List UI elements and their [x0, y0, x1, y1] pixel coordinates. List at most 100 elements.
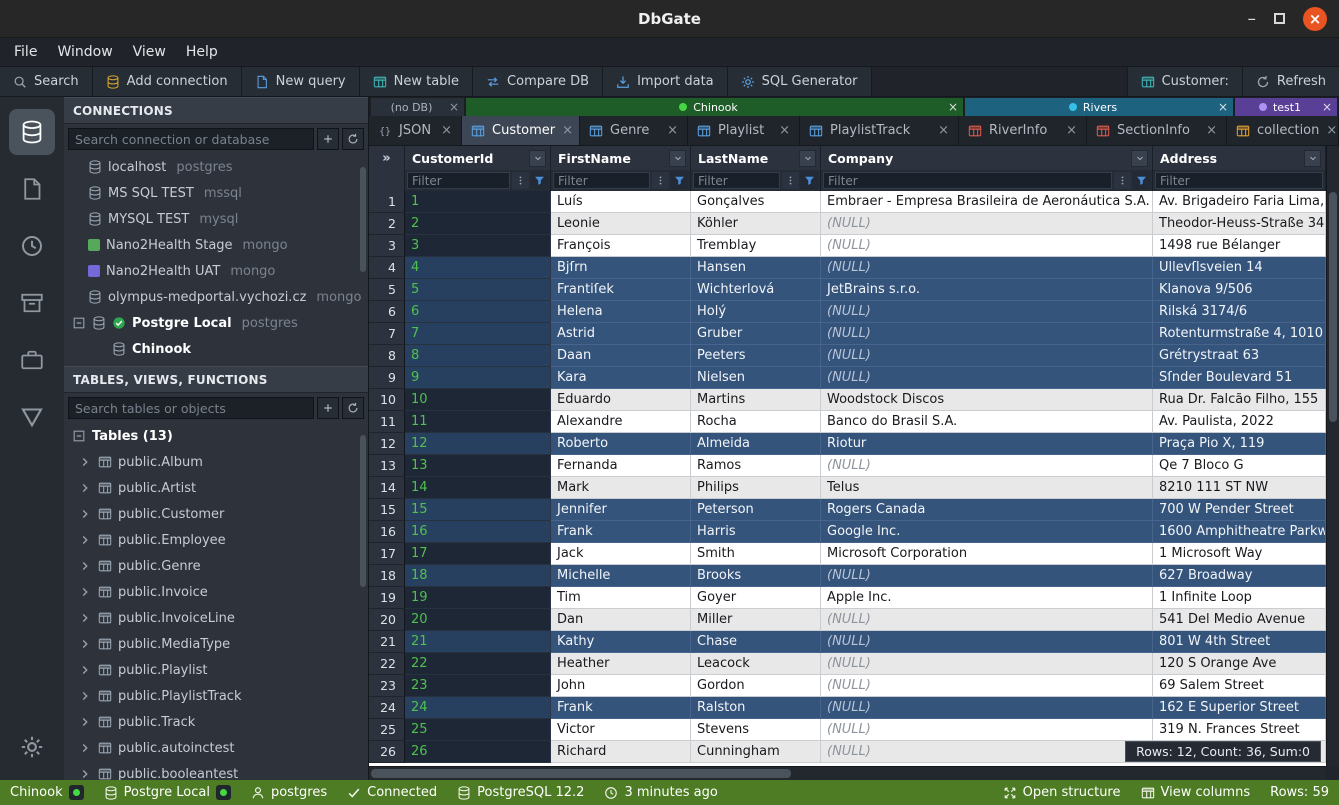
grid-cell[interactable]: 13: [405, 455, 551, 477]
row-number[interactable]: 15: [369, 499, 405, 521]
grid-cell[interactable]: Roberto: [551, 433, 691, 455]
grid-cell[interactable]: Frank: [551, 521, 691, 543]
row-number[interactable]: 6: [369, 301, 405, 323]
grid-cell[interactable]: Brooks: [691, 565, 821, 587]
toolbar-sql-generator-button[interactable]: SQL Generator: [728, 67, 872, 96]
filter-input-lastname[interactable]: [693, 172, 780, 189]
grid-cell[interactable]: Peeters: [691, 345, 821, 367]
grid-cell[interactable]: (NULL): [821, 741, 1153, 763]
table-item-public-artist[interactable]: public.Artist: [64, 475, 368, 501]
menu-file[interactable]: File: [4, 38, 47, 66]
grid-cell[interactable]: Google Inc.: [821, 521, 1153, 543]
grid-cell[interactable]: Mark: [551, 477, 691, 499]
grid-cell[interactable]: Theodor-Heuss-Straße 34: [1153, 213, 1326, 235]
grid-cell[interactable]: Av. Paulista, 2022: [1153, 411, 1326, 433]
status-open-structure[interactable]: Open structure: [1003, 785, 1121, 800]
table-item-public-invoiceline[interactable]: public.InvoiceLine: [64, 605, 368, 631]
row-number[interactable]: 10: [369, 389, 405, 411]
grid-cell[interactable]: François: [551, 235, 691, 257]
row-number[interactable]: 11: [369, 411, 405, 433]
grid-cell[interactable]: 1: [405, 191, 551, 213]
grid-cell[interactable]: Heather: [551, 653, 691, 675]
column-header-firstname[interactable]: FirstName: [551, 146, 691, 170]
row-number[interactable]: 1: [369, 191, 405, 213]
row-number[interactable]: 12: [369, 433, 405, 455]
menu-window[interactable]: Window: [47, 38, 122, 66]
column-dropdown-button[interactable]: [669, 150, 686, 167]
close-tab-icon[interactable]: ×: [1322, 100, 1332, 114]
row-number[interactable]: 9: [369, 367, 405, 389]
status-postgresql-12-2[interactable]: PostgreSQL 12.2: [457, 785, 584, 800]
grid-cell[interactable]: Eduardo: [551, 389, 691, 411]
grid-cell[interactable]: Av. Brigadeiro Faria Lima, 2: [1153, 191, 1326, 213]
close-tab-icon[interactable]: ×: [449, 100, 459, 114]
grid-cell[interactable]: Tim: [551, 587, 691, 609]
grid-cell[interactable]: Köhler: [691, 213, 821, 235]
row-number[interactable]: 5: [369, 279, 405, 301]
column-header-customerid[interactable]: CustomerId: [405, 146, 551, 170]
table-item-public-playlisttrack[interactable]: public.PlaylistTrack: [64, 683, 368, 709]
grid-cell[interactable]: 17: [405, 543, 551, 565]
grid-cell[interactable]: 5: [405, 279, 551, 301]
grid-cell[interactable]: (NULL): [821, 367, 1153, 389]
grid-cell[interactable]: Apple Inc.: [821, 587, 1153, 609]
column-header-address[interactable]: Address: [1153, 146, 1326, 170]
grid-cell[interactable]: Miller: [691, 609, 821, 631]
close-tab-icon[interactable]: ×: [1066, 123, 1077, 138]
connection-item-localhost[interactable]: localhostpostgres: [64, 154, 368, 180]
table-item-public-mediatype[interactable]: public.MediaType: [64, 631, 368, 657]
menu-view[interactable]: View: [123, 38, 176, 66]
grid-cell[interactable]: Richard: [551, 741, 691, 763]
grid-cell[interactable]: 12: [405, 433, 551, 455]
grid-cell[interactable]: Klanova 9/506: [1153, 279, 1326, 301]
connections-search-input[interactable]: [68, 128, 314, 150]
grid-cell[interactable]: 24: [405, 697, 551, 719]
grid-cell[interactable]: 11: [405, 411, 551, 433]
grid-cell[interactable]: 19: [405, 587, 551, 609]
column-dropdown-button[interactable]: [1131, 150, 1148, 167]
close-tab-icon[interactable]: ×: [779, 123, 790, 138]
grid-cell[interactable]: Embraer - Empresa Brasileira de Aeronáut…: [821, 191, 1153, 213]
toolbar-import-data-button[interactable]: Import data: [603, 67, 728, 96]
grid-cell[interactable]: Nielsen: [691, 367, 821, 389]
rail-history-button[interactable]: [9, 223, 55, 269]
close-tab-icon[interactable]: ×: [938, 123, 949, 138]
grid-cell[interactable]: Wichterlová: [691, 279, 821, 301]
grid-cell[interactable]: Stevens: [691, 719, 821, 741]
grid-cell[interactable]: Kara: [551, 367, 691, 389]
grid-cell[interactable]: (NULL): [821, 301, 1153, 323]
grid-cell[interactable]: (NULL): [821, 653, 1153, 675]
grid-cell[interactable]: 8210 111 ST NW: [1153, 477, 1326, 499]
grid-cell[interactable]: 18: [405, 565, 551, 587]
grid-cell[interactable]: Smith: [691, 543, 821, 565]
table-item-public-customer[interactable]: public.Customer: [64, 501, 368, 527]
column-header-company[interactable]: Company: [821, 146, 1153, 170]
grid-cell[interactable]: Alexandre: [551, 411, 691, 433]
toolbar-compare-db-button[interactable]: Compare DB: [473, 67, 603, 96]
grid-cell[interactable]: (NULL): [821, 235, 1153, 257]
add-object-small-button[interactable]: [317, 397, 339, 419]
grid-cell[interactable]: (NULL): [821, 719, 1153, 741]
grid-cell[interactable]: Kathy: [551, 631, 691, 653]
grid-cell[interactable]: Hansen: [691, 257, 821, 279]
file-tab-riverinfo[interactable]: RiverInfo×: [959, 116, 1087, 145]
grid-cell[interactable]: Ullevſlsveien 14: [1153, 257, 1326, 279]
collapse-columns-button[interactable]: »: [369, 146, 405, 170]
rail-briefcase-button[interactable]: [9, 337, 55, 383]
grid-cell[interactable]: Ramos: [691, 455, 821, 477]
grid-cell[interactable]: Rotenturmstraße 4, 1010 I: [1153, 323, 1326, 345]
status-postgres[interactable]: postgres: [251, 785, 327, 800]
menu-help[interactable]: Help: [176, 38, 228, 66]
grid-cell[interactable]: 1498 rue Bélanger: [1153, 235, 1326, 257]
connections-scrollbar-thumb[interactable]: [360, 167, 366, 272]
close-tab-icon[interactable]: ×: [667, 123, 678, 138]
filter-funnel-button[interactable]: [1133, 172, 1150, 189]
grid-cell[interactable]: Victor: [551, 719, 691, 741]
close-tab-icon[interactable]: ×: [441, 123, 452, 138]
connection-item-nano2health-stage[interactable]: Nano2Health Stagemongo: [64, 232, 368, 258]
grid-cell[interactable]: Harris: [691, 521, 821, 543]
grid-cell[interactable]: 15: [405, 499, 551, 521]
grid-cell[interactable]: Martins: [691, 389, 821, 411]
grid-cell[interactable]: Fernanda: [551, 455, 691, 477]
grid-vertical-scrollbar[interactable]: [1326, 146, 1339, 766]
